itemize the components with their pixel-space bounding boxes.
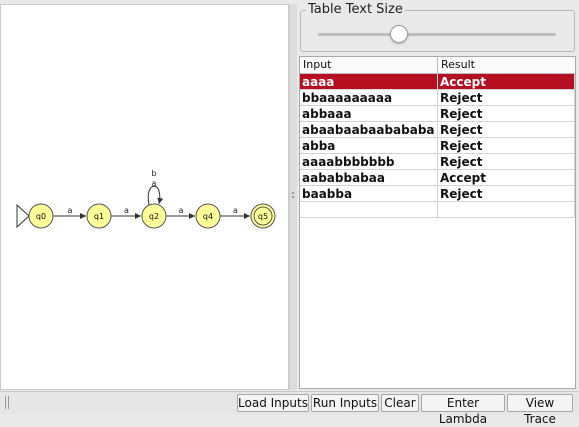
transition-label: a [68, 206, 73, 215]
self-loop-label: a [152, 179, 157, 188]
transition-label: a [179, 206, 184, 215]
column-header-result[interactable]: Result [438, 57, 575, 74]
result-cell: Reject [438, 154, 575, 170]
input-cell[interactable]: abba [300, 138, 438, 154]
result-cell [438, 202, 575, 218]
view-trace-button[interactable]: View Trace [507, 394, 573, 426]
input-results-table: Input Result aaaa Accept bbaaaaaaaaa Reject… [299, 56, 576, 389]
state-label: q4 [203, 212, 213, 221]
state-label: q1 [94, 212, 104, 221]
input-cell[interactable]: aaaa [300, 74, 438, 90]
transition-label: a [233, 206, 238, 215]
text-size-slider-track[interactable] [318, 33, 556, 36]
table-text-size-title: Table Text Size [306, 2, 405, 17]
text-size-slider-thumb[interactable] [389, 25, 408, 43]
result-cell: Reject [438, 106, 575, 122]
result-cell: Reject [438, 186, 575, 202]
initial-state-marker [16, 203, 30, 229]
self-loop-arrow[interactable] [147, 185, 164, 206]
input-cell[interactable]: aaaabbbbbbb [300, 154, 438, 170]
state-q1[interactable]: q1 [86, 203, 112, 229]
result-cell: Reject [438, 122, 575, 138]
state-q5[interactable]: q5 [250, 203, 276, 229]
column-header-input[interactable]: Input [300, 57, 438, 74]
input-cell[interactable]: bbaaaaaaaaa [300, 90, 438, 106]
table-row[interactable]: aababbabaa Accept [300, 170, 575, 186]
result-cell: Accept [438, 74, 575, 90]
run-inputs-button[interactable]: Run Inputs [311, 394, 379, 412]
automaton-diagram[interactable]: a a a abaq0 q1 q2 q4 q5 [1, 5, 288, 389]
input-cell[interactable] [300, 202, 438, 218]
divider-grip-icon [292, 192, 294, 194]
split-pane-divider[interactable] [289, 4, 297, 390]
state-label: q5 [258, 212, 268, 221]
table-row[interactable] [300, 202, 575, 218]
automaton-canvas[interactable]: a a a a b a q0 q1 q2 q4 q5 [0, 4, 289, 390]
table-row[interactable]: baabba Reject [300, 186, 575, 202]
table-row[interactable]: abba Reject [300, 138, 575, 154]
load-inputs-button[interactable]: Load Inputs [237, 394, 309, 412]
input-cell[interactable]: baabba [300, 186, 438, 202]
enter-lambda-button[interactable]: Enter Lambda [421, 394, 505, 426]
result-cell: Accept [438, 170, 575, 186]
state-q4[interactable]: q4 [195, 203, 221, 229]
result-cell: Reject [438, 138, 575, 154]
table-row[interactable]: bbaaaaaaaaa Reject [300, 90, 575, 106]
state-label: q2 [149, 212, 159, 221]
clear-button[interactable]: Clear [381, 394, 419, 412]
self-loop-label: b [151, 169, 156, 178]
toolbar-grip-icon [5, 396, 6, 409]
table-row[interactable]: abbaaa Reject [300, 106, 575, 122]
table-row[interactable]: aaaabbbbbbb Reject [300, 154, 575, 170]
table-row[interactable]: abaabaabaabababa Reject [300, 122, 575, 138]
input-cell[interactable]: abaabaabaabababa [300, 122, 438, 138]
state-q2[interactable]: q2 [141, 203, 167, 229]
input-cell[interactable]: abbaaa [300, 106, 438, 122]
input-cell[interactable]: aababbabaa [300, 170, 438, 186]
state-label: q0 [36, 212, 46, 221]
result-cell: Reject [438, 90, 575, 106]
transition-label: a [124, 206, 129, 215]
state-q0[interactable]: q0 [16, 203, 54, 229]
table-row[interactable]: aaaa Accept [300, 74, 575, 90]
